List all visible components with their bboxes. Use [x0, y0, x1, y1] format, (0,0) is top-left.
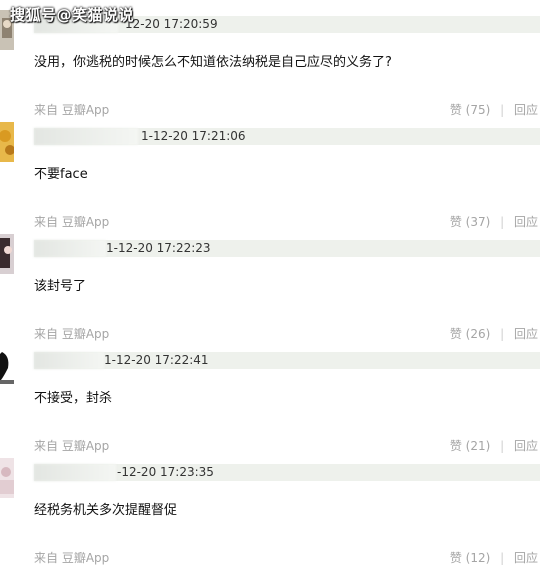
like-button[interactable]: 赞 (75) [450, 103, 490, 117]
username-redacted [34, 352, 104, 369]
reply-button[interactable]: 回应 [514, 327, 538, 341]
like-button[interactable]: 赞 (37) [450, 215, 490, 229]
comment-source: 来自 豆瓣App [34, 439, 110, 453]
username-redacted [34, 128, 138, 145]
user-avatar[interactable] [0, 346, 14, 386]
reply-button[interactable]: 回应 [514, 103, 538, 117]
comment-source: 来自 豆瓣App [34, 327, 110, 341]
user-avatar[interactable] [0, 458, 14, 498]
comment-item: 1-12-20 17:21:06 不要face 来自 豆瓣App 赞 (37) … [0, 122, 559, 234]
comment-text: 不要face [34, 167, 88, 182]
comment-item: 1-12-20 17:22:23 该封号了 来自 豆瓣App 赞 (26) | … [0, 234, 559, 346]
username-redacted [34, 464, 116, 481]
comment-timestamp: 1-12-20 17:22:23 [106, 241, 211, 255]
username-redacted [34, 240, 106, 257]
like-button[interactable]: 赞 (26) [450, 327, 490, 341]
comment-source: 来自 豆瓣App [34, 103, 110, 117]
reply-button[interactable]: 回应 [514, 439, 538, 453]
action-separator: | [500, 103, 505, 117]
user-avatar[interactable] [0, 122, 14, 162]
comment-text: 经税务机关多次提醒督促 [34, 503, 178, 518]
comment-text: 不接受，封杀 [34, 391, 113, 406]
comment-timestamp: 1-12-20 17:21:06 [141, 129, 246, 143]
comment-source: 来自 豆瓣App [34, 551, 110, 565]
comment-text: 没用，你逃税的时候怎么不知道依法纳税是自己应尽的义务了? [34, 55, 392, 70]
watermark-text: 搜狐号@笑猫说说 [10, 6, 135, 24]
reply-button[interactable]: 回应 [514, 551, 538, 565]
comment-text: 该封号了 [34, 279, 87, 294]
comment-timestamp: 12-20 17:20:59 [125, 17, 218, 31]
comment-item: 12-20 17:20:59 没用，你逃税的时候怎么不知道依法纳税是自己应尽的义… [0, 10, 559, 122]
comment-timestamp: 1-12-20 17:22:41 [104, 353, 209, 367]
comment-timestamp: -12-20 17:23:35 [117, 465, 214, 479]
action-separator: | [500, 327, 505, 341]
comment-item: -12-20 17:23:35 经税务机关多次提醒督促 来自 豆瓣App 赞 (… [0, 458, 559, 570]
comment-item: 1-12-20 17:22:41 不接受，封杀 来自 豆瓣App 赞 (21) … [0, 346, 559, 458]
action-separator: | [500, 215, 505, 229]
reply-button[interactable]: 回应 [514, 215, 538, 229]
action-separator: | [500, 551, 505, 565]
like-button[interactable]: 赞 (12) [450, 551, 490, 565]
comment-source: 来自 豆瓣App [34, 215, 110, 229]
like-button[interactable]: 赞 (21) [450, 439, 490, 453]
user-avatar[interactable] [0, 234, 14, 274]
action-separator: | [500, 439, 505, 453]
